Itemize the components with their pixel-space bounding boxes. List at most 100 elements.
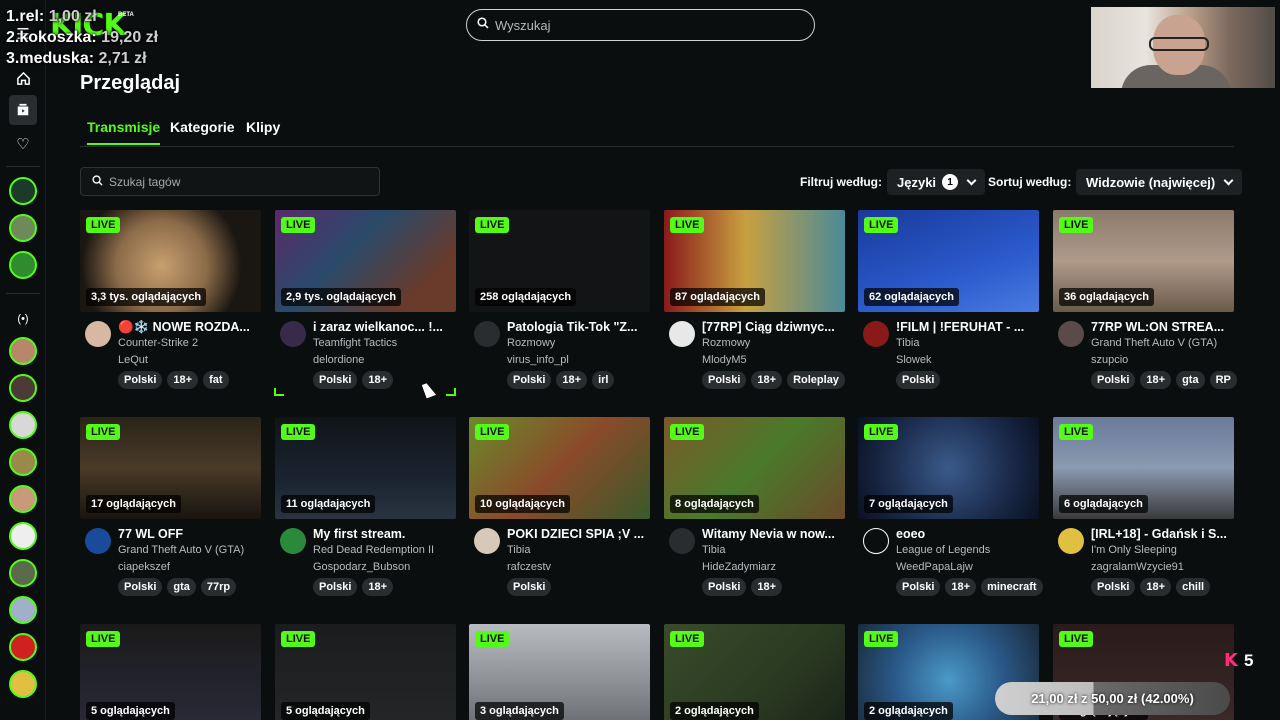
stream-card[interactable]: LIVE 87 oglądających [77RP] Ciąg dziwnyc… [664, 210, 845, 389]
stream-tag[interactable]: Polski [1091, 578, 1136, 596]
recommended-channel-avatar[interactable] [9, 448, 37, 476]
stream-title[interactable]: eoeo [896, 527, 1039, 541]
stream-tag[interactable]: Polski [702, 371, 747, 389]
streamer-avatar[interactable] [474, 528, 500, 554]
stream-card[interactable]: LIVE 36 oglądających 77RP WL:ON STREA...… [1053, 210, 1237, 389]
stream-tag[interactable]: gta [167, 578, 196, 596]
stream-category[interactable]: Tibia [896, 337, 919, 349]
stream-card[interactable]: LIVE 5 oglądających [80, 624, 261, 720]
stream-tag[interactable]: Polski [313, 371, 358, 389]
recommended-channel-avatar[interactable] [9, 522, 37, 550]
stream-tag[interactable]: 18+ [556, 371, 588, 389]
stream-card[interactable]: LIVE 2 oglądających [664, 624, 845, 720]
followed-channel-avatar[interactable] [9, 214, 37, 242]
stream-title[interactable]: [IRL+18] - Gdańsk i S... [1091, 527, 1234, 541]
stream-title[interactable]: [77RP] Ciąg dziwnyc... [702, 320, 845, 334]
stream-tag[interactable]: 18+ [751, 371, 783, 389]
tag-search-box[interactable] [80, 167, 380, 196]
stream-thumbnail[interactable]: LIVE 8 oglądających [664, 417, 845, 519]
stream-tag[interactable]: Polski [507, 371, 552, 389]
tab-streams[interactable]: Transmisje [87, 119, 161, 145]
streamer-name[interactable]: WeedPapaLajw [896, 561, 973, 573]
stream-category[interactable]: Red Dead Redemption II [313, 544, 434, 556]
stream-category[interactable]: Tibia [702, 544, 725, 556]
stream-category[interactable]: Tibia [507, 544, 530, 556]
stream-thumbnail[interactable]: LIVE 5 oglądających [275, 624, 456, 720]
stream-tag[interactable]: Polski [896, 578, 941, 596]
stream-tag[interactable]: 77rp [200, 578, 237, 596]
stream-thumbnail[interactable]: LIVE 62 oglądających [858, 210, 1039, 312]
followed-channel-avatar[interactable] [9, 177, 37, 205]
streamer-name[interactable]: HideZadymiarz [702, 561, 776, 573]
stream-thumbnail[interactable]: LIVE 2,9 tys. oglądających [275, 210, 456, 312]
stream-category[interactable]: Rozmowy [507, 337, 555, 349]
streamer-name[interactable]: MlodyM5 [702, 354, 747, 366]
stream-thumbnail[interactable]: LIVE 6 oglądających [1053, 417, 1234, 519]
stream-tag[interactable]: 18+ [362, 578, 394, 596]
stream-tag[interactable]: Polski [118, 371, 163, 389]
stream-card[interactable]: LIVE 11 oglądających My first stream. Re… [275, 417, 456, 596]
stream-title[interactable]: Patologia Tik-Tok "Z... [507, 320, 650, 334]
recommended-channel-avatar[interactable] [9, 670, 37, 698]
streamer-name[interactable]: delordione [313, 354, 364, 366]
stream-tag[interactable]: 18+ [1140, 371, 1172, 389]
streamer-name[interactable]: virus_info_pl [507, 354, 569, 366]
streamer-name[interactable]: szupcio [1091, 354, 1128, 366]
stream-thumbnail[interactable]: LIVE 5 oglądających [80, 624, 261, 720]
streamer-avatar[interactable] [85, 528, 111, 554]
streamer-avatar[interactable] [863, 321, 889, 347]
stream-tag[interactable]: Polski [313, 578, 358, 596]
stream-category[interactable]: League of Legends [896, 544, 990, 556]
stream-title[interactable]: 77 WL OFF [118, 527, 261, 541]
stream-thumbnail[interactable]: LIVE 3,3 tys. oglądających [80, 210, 261, 312]
streamer-avatar[interactable] [863, 528, 889, 554]
stream-card[interactable]: LIVE 7 oglądających eoeo League of Legen… [858, 417, 1043, 596]
stream-category[interactable]: Grand Theft Auto V (GTA) [1091, 337, 1217, 349]
search-input[interactable] [495, 17, 785, 33]
stream-title[interactable]: My first stream. [313, 527, 456, 541]
streamer-avatar[interactable] [1058, 528, 1084, 554]
stream-category[interactable]: Rozmowy [702, 337, 750, 349]
stream-category[interactable]: Counter-Strike 2 [118, 337, 198, 349]
stream-tag[interactable]: RP [1209, 371, 1237, 389]
stream-tag[interactable]: Polski [702, 578, 747, 596]
search-bar[interactable] [466, 9, 815, 41]
stream-card[interactable]: LIVE 8 oglądających Witamy Nevia w now..… [664, 417, 845, 596]
streamer-avatar[interactable] [1058, 321, 1084, 347]
streamer-avatar[interactable] [474, 321, 500, 347]
tab-clips[interactable]: Klipy [246, 119, 280, 143]
streamer-name[interactable]: rafczestv [507, 561, 551, 573]
stream-thumbnail[interactable]: LIVE 36 oglądających [1053, 210, 1234, 312]
stream-tag[interactable]: Roleplay [787, 371, 845, 389]
recommended-channel-avatar[interactable] [9, 633, 37, 661]
stream-category[interactable]: I'm Only Sleeping [1091, 544, 1177, 556]
recommended-channel-avatar[interactable] [9, 411, 37, 439]
stream-card[interactable]: LIVE 17 oglądających 77 WL OFF Grand The… [80, 417, 261, 596]
streamer-name[interactable]: LeQut [118, 354, 148, 366]
stream-tag[interactable]: Polski [896, 371, 941, 389]
stream-thumbnail[interactable]: LIVE 7 oglądających [858, 417, 1039, 519]
stream-category[interactable]: Teamfight Tactics [313, 337, 397, 349]
stream-card[interactable]: LIVE 62 oglądających !FILM | !FERUHAT - … [858, 210, 1039, 389]
browse-icon[interactable] [9, 95, 37, 125]
stream-tag[interactable]: chill [1176, 578, 1211, 596]
streamer-name[interactable]: ciapekszef [118, 561, 170, 573]
recommended-channel-avatar[interactable] [9, 596, 37, 624]
stream-thumbnail[interactable]: LIVE 87 oglądających [664, 210, 845, 312]
stream-tag[interactable]: 18+ [751, 578, 783, 596]
stream-tag[interactable]: gta [1176, 371, 1205, 389]
recommended-channel-avatar[interactable] [9, 337, 37, 365]
stream-tag[interactable]: Polski [507, 578, 552, 596]
stream-card[interactable]: LIVE 3 oglądających [469, 624, 650, 720]
stream-tag[interactable]: fat [203, 371, 229, 389]
languages-dropdown[interactable]: Języki 1 [887, 169, 986, 195]
stream-tag[interactable]: minecraft [981, 578, 1043, 596]
stream-thumbnail[interactable]: LIVE 2 oglądających [664, 624, 845, 720]
stream-card[interactable]: LIVE 258 oglądających Patologia Tik-Tok … [469, 210, 650, 389]
streamer-avatar[interactable] [280, 528, 306, 554]
stream-title[interactable]: i zaraz wielkanoc... !... [313, 320, 456, 334]
stream-tag[interactable]: 18+ [945, 578, 977, 596]
stream-tag[interactable]: 18+ [167, 371, 199, 389]
streamer-avatar[interactable] [85, 321, 111, 347]
stream-title[interactable]: POKI DZIECI SPIA ;V ... [507, 527, 650, 541]
